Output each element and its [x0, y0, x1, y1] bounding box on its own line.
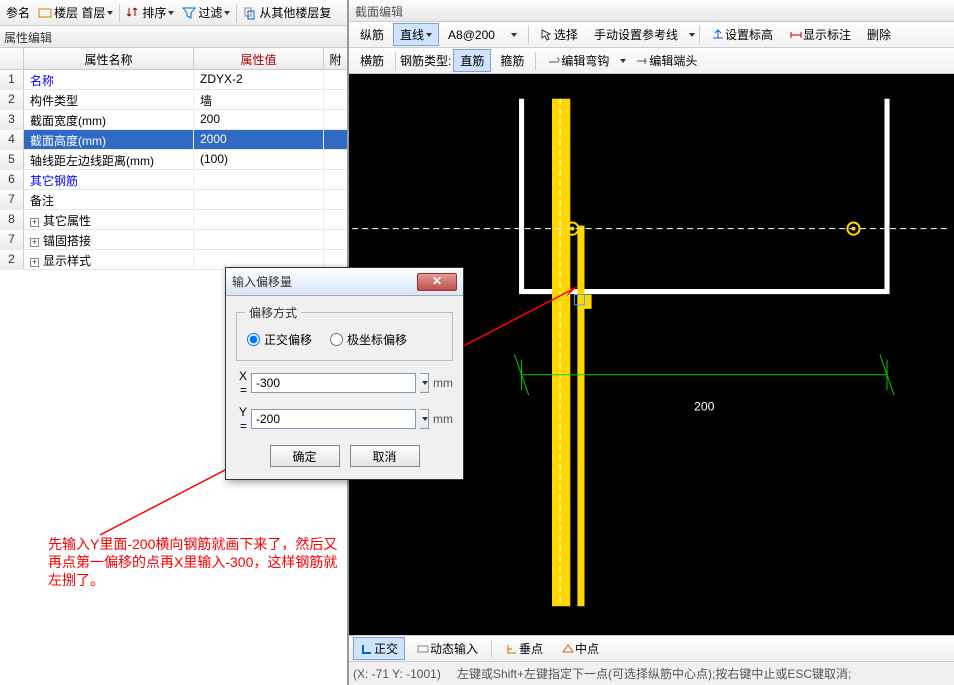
filter-btn[interactable]: 过滤: [178, 2, 234, 24]
end-icon: [635, 54, 649, 68]
dyn-icon: [416, 642, 430, 656]
sort-icon: [126, 6, 140, 20]
copy-from-btn[interactable]: 从其他楼层复: [239, 2, 335, 24]
rebar-type-label: 钢筋类型:: [400, 52, 451, 69]
right-toolbar-2: 横筋 钢筋类型: 直筋 箍筋 编辑弯钩 编辑端头: [349, 48, 954, 74]
table-row[interactable]: 4截面高度(mm)2000: [0, 130, 347, 150]
fieldset-legend: 偏移方式: [245, 304, 301, 321]
rebar-spec-dropdown[interactable]: A8@200: [441, 25, 524, 45]
show-dim-btn[interactable]: 显示标注: [782, 23, 858, 46]
line-dropdown[interactable]: 直线: [393, 23, 439, 46]
ortho-btn[interactable]: 正交: [353, 637, 405, 660]
sort-btn[interactable]: 排序: [122, 2, 178, 24]
right-toolbar-1: 纵筋 直线 A8@200 选择 手动设置参考线 设置标高 显示标注 删除: [349, 22, 954, 48]
set-elev-btn[interactable]: 设置标高: [704, 23, 780, 46]
table-row[interactable]: 3截面宽度(mm)200: [0, 110, 347, 130]
ok-button[interactable]: 确定: [270, 445, 340, 467]
manual-ref-btn[interactable]: 手动设置参考线: [587, 23, 685, 46]
dialog-title: 输入偏移量: [232, 273, 417, 290]
copy-icon: [243, 6, 257, 20]
cursor-icon: [540, 28, 554, 42]
table-row[interactable]: 2构件类型墙: [0, 90, 347, 110]
table-row[interactable]: 7+锚固搭接: [0, 230, 347, 250]
y-unit: mm: [433, 412, 453, 426]
table-row[interactable]: 7备注: [0, 190, 347, 210]
perp-snap-btn[interactable]: 垂点: [498, 637, 550, 660]
mid-icon: [561, 642, 575, 656]
close-button[interactable]: ✕: [417, 273, 457, 291]
dim-200: 200: [694, 399, 715, 413]
floor-icon: [38, 6, 52, 20]
floor-dropdown[interactable]: 楼层 首层: [34, 2, 117, 24]
dyn-input-btn[interactable]: 动态输入: [409, 637, 485, 660]
left-toolbar: 参名 楼层 首层 排序 过滤 从其他楼层复: [0, 0, 347, 26]
ortho-icon: [360, 642, 374, 656]
delete-btn[interactable]: 删除: [860, 23, 898, 46]
mid-snap-btn[interactable]: 中点: [554, 637, 606, 660]
y-input[interactable]: [251, 409, 416, 429]
status-bar: (X: -71 Y: -1001) 左键或Shift+左键指定下一点(可选择纵筋…: [349, 661, 954, 685]
table-row[interactable]: 8+其它属性: [0, 210, 347, 230]
gujin-btn[interactable]: 箍筋: [493, 49, 531, 72]
zhijin-btn[interactable]: 直筋: [453, 49, 491, 72]
select-btn[interactable]: 选择: [533, 23, 585, 46]
col-name[interactable]: 属性名称: [24, 48, 194, 69]
elev-icon: [711, 28, 725, 42]
perp-icon: [505, 642, 519, 656]
cancel-button[interactable]: 取消: [350, 445, 420, 467]
x-label: X =: [236, 369, 247, 397]
bottom-toolbar: 正交 动态输入 垂点 中点: [349, 635, 954, 661]
y-label: Y =: [236, 405, 247, 433]
edit-end-btn[interactable]: 编辑端头: [628, 49, 704, 72]
edit-hook-btn[interactable]: 编辑弯钩: [540, 49, 616, 72]
rename-btn[interactable]: 参名: [2, 2, 34, 24]
x-unit: mm: [433, 376, 453, 390]
zongjin-btn[interactable]: 纵筋: [353, 23, 391, 46]
table-row[interactable]: 5轴线距左边线距离(mm)(100): [0, 150, 347, 170]
table-row[interactable]: 6其它钢筋: [0, 170, 347, 190]
dim-icon: [789, 28, 803, 42]
table-row[interactable]: 1名称ZDYX-2: [0, 70, 347, 90]
x-input[interactable]: [251, 373, 416, 393]
offset-dialog: 输入偏移量 ✕ 偏移方式 正交偏移 极坐标偏移 X = mm Y = mm 确定…: [225, 267, 464, 480]
right-panel-title: 截面编辑: [349, 0, 954, 22]
annotation-text: 先输入Y里面-200横向钢筋就画下来了，然后又再点第一偏移的点再X里输入-300…: [48, 535, 338, 589]
x-dropdown[interactable]: [420, 373, 429, 393]
coord-display: (X: -71 Y: -1001): [353, 667, 453, 681]
ortho-offset-radio[interactable]: 正交偏移: [247, 331, 312, 348]
col-value[interactable]: 属性值: [194, 48, 324, 69]
hengjin-btn[interactable]: 横筋: [353, 49, 391, 72]
panel-title: 属性编辑: [0, 26, 347, 48]
hook-icon: [547, 54, 561, 68]
col-extra[interactable]: 附: [324, 48, 347, 69]
y-dropdown[interactable]: [420, 409, 429, 429]
hint-text: 左键或Shift+左键指定下一点(可选择纵筋中心点);按右键中止或ESC键取消;: [453, 665, 950, 682]
polar-offset-radio[interactable]: 极坐标偏移: [330, 331, 407, 348]
filter-icon: [182, 6, 196, 20]
